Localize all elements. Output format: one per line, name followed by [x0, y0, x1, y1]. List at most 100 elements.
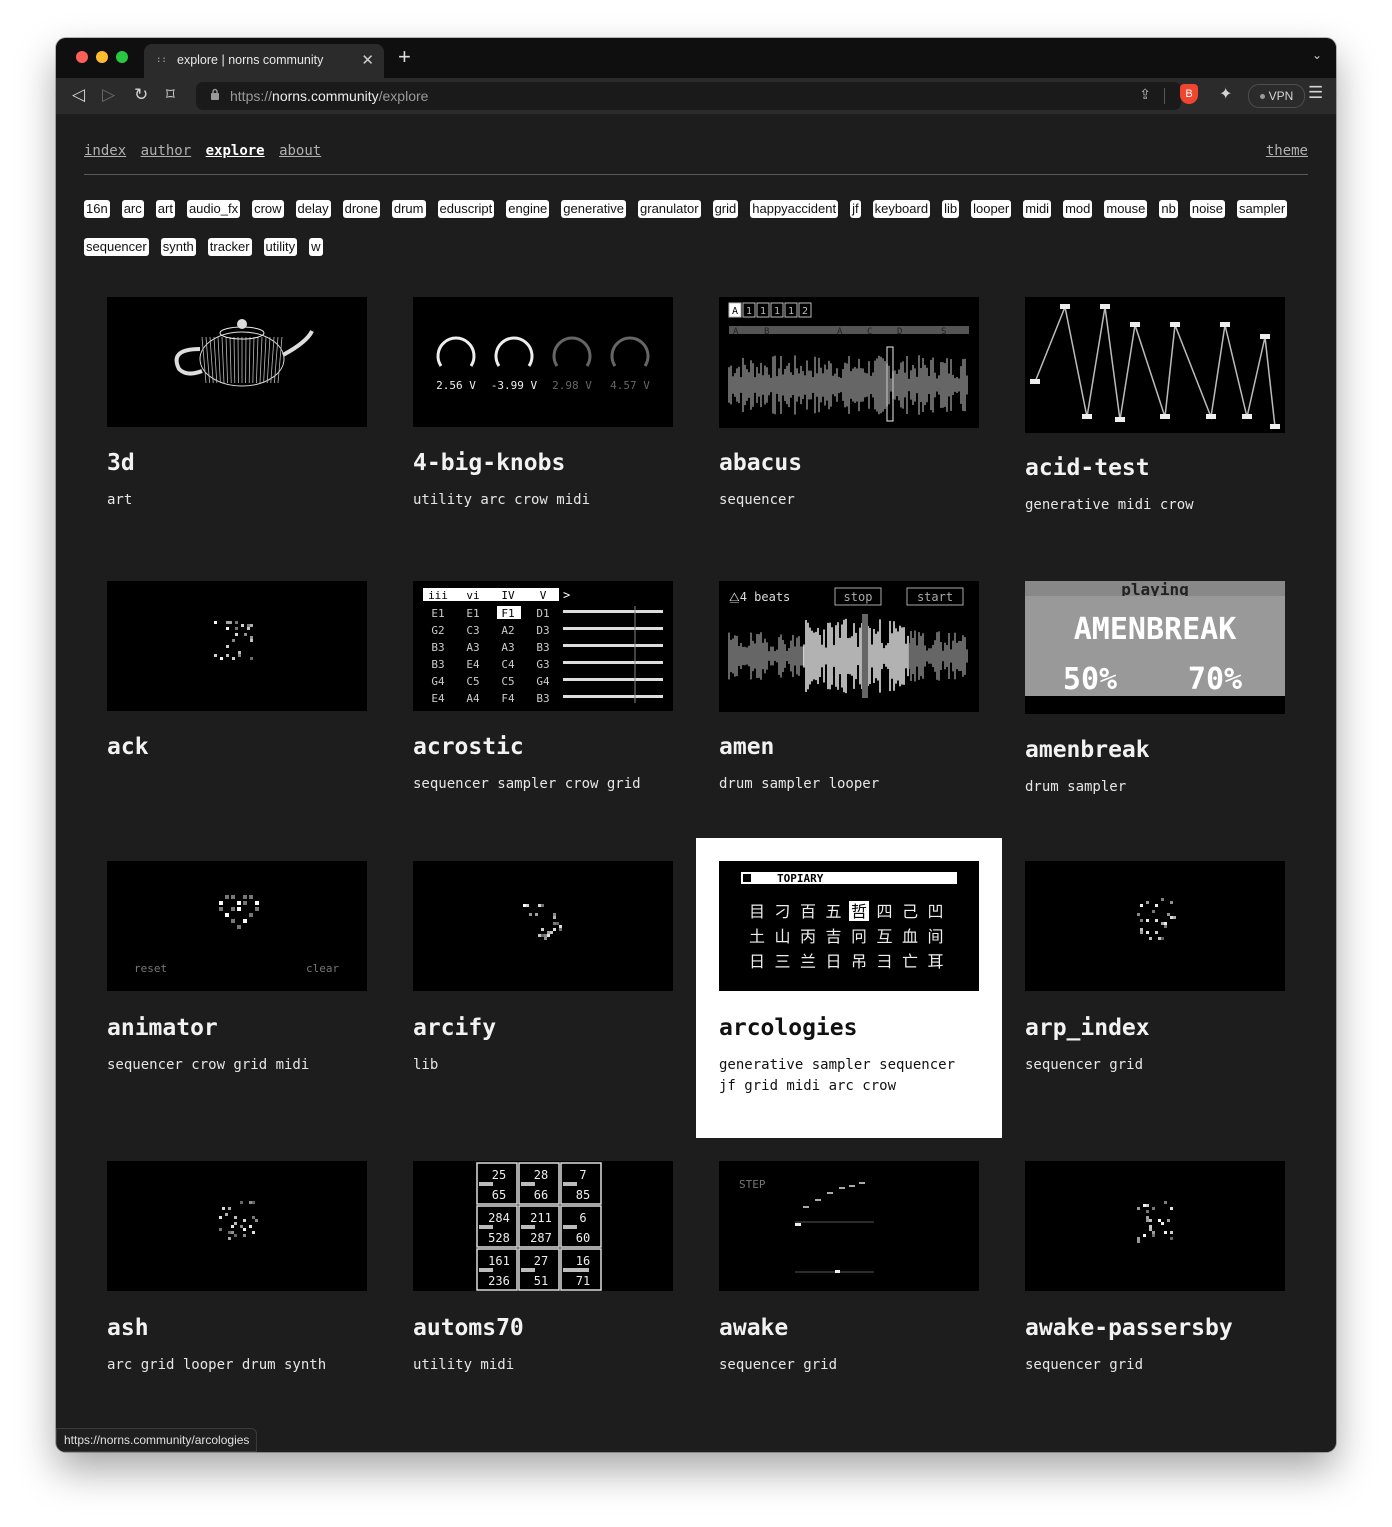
script-title[interactable]: acrostic: [413, 734, 524, 760]
back-icon[interactable]: ◁: [72, 84, 85, 106]
script-title[interactable]: arcologies: [719, 1015, 857, 1041]
script-thumbnail-amen[interactable]: ⧋4 beats stop start: [719, 581, 979, 712]
script-card-amenbreak[interactable]: playing AMENBREAK 50% 70% amenbreak drum samp…: [1002, 558, 1308, 858]
script-card-amen[interactable]: ⧋4 beats stop start amen drum sampler looper: [696, 558, 1002, 858]
script-title[interactable]: amen: [719, 734, 774, 760]
script-thumbnail-abacus[interactable]: A11112ABACDS: [719, 297, 979, 428]
script-title[interactable]: arcify: [413, 1015, 496, 1041]
nav-link-author[interactable]: author: [141, 143, 192, 159]
tag-looper[interactable]: looper: [971, 200, 1012, 218]
address-bar[interactable]: https://norns.community/explore ⇪: [196, 82, 1181, 110]
menu-icon[interactable]: ☰: [1308, 83, 1323, 103]
tag-eduscript[interactable]: eduscript: [437, 200, 495, 218]
script-title[interactable]: animator: [107, 1015, 218, 1041]
script-card-4-big-knobs[interactable]: 2.56 V -3.99 V 2.98 V 4.57 V 4-big-knobs util…: [390, 274, 696, 574]
script-thumbnail-acid-test[interactable]: [1025, 297, 1285, 433]
tag-drone[interactable]: drone: [342, 200, 380, 218]
script-card-acid-test[interactable]: acid-test generative midi crow: [1002, 274, 1308, 574]
tag-drum[interactable]: drum: [391, 200, 426, 218]
script-thumbnail-animator[interactable]: reset clear: [107, 861, 367, 991]
script-title[interactable]: abacus: [719, 450, 802, 476]
script-title[interactable]: ash: [107, 1315, 149, 1341]
tag-grid[interactable]: grid: [712, 200, 739, 218]
tag-noise[interactable]: noise: [1189, 200, 1225, 218]
theme-toggle-link[interactable]: theme: [1266, 143, 1308, 159]
script-card-arcologies[interactable]: TOPIARY 目刁百五哲四己凹土山丙吉冋互血间日三兰日吊彐亡耳 arcologie…: [696, 838, 1002, 1138]
tag-engine[interactable]: engine: [506, 200, 550, 218]
close-window-button[interactable]: [76, 51, 88, 63]
script-card-3d[interactable]: 3d art: [84, 274, 390, 574]
script-thumbnail-arcologies[interactable]: TOPIARY 目刁百五哲四己凹土山丙吉冋互血间日三兰日吊彐亡耳: [719, 861, 979, 991]
tag-nb[interactable]: nb: [1159, 200, 1178, 218]
tag-jf[interactable]: jf: [850, 200, 861, 218]
zoom-window-button[interactable]: [116, 51, 128, 63]
script-thumbnail-ack[interactable]: [107, 581, 367, 711]
tag-lib[interactable]: lib: [942, 200, 960, 218]
script-title[interactable]: amenbreak: [1025, 737, 1150, 763]
tag-delay[interactable]: delay: [295, 200, 331, 218]
script-card-animator[interactable]: reset clear animator sequencer crow grid mi…: [84, 838, 390, 1138]
script-title[interactable]: automs70: [413, 1315, 524, 1341]
share-icon[interactable]: ⇪: [1139, 86, 1151, 103]
vpn-button[interactable]: VPN: [1248, 84, 1305, 108]
script-card-arcify[interactable]: arcify lib: [390, 838, 696, 1138]
tag-sampler[interactable]: sampler: [1236, 200, 1288, 218]
reload-icon[interactable]: ↻: [134, 84, 148, 106]
script-card-awake-passersby[interactable]: awake-passersby sequencer grid: [1002, 1138, 1308, 1438]
script-title[interactable]: acid-test: [1025, 455, 1150, 481]
bookmark-icon[interactable]: ⌑: [166, 84, 175, 106]
tag-sequencer[interactable]: sequencer: [84, 238, 149, 256]
script-card-arp_index[interactable]: arp_index sequencer grid: [1002, 838, 1308, 1138]
nav-link-about[interactable]: about: [279, 143, 321, 159]
tag-happyaccident[interactable]: happyaccident: [750, 200, 839, 218]
nav-link-explore[interactable]: explore: [206, 143, 265, 159]
tag-keyboard[interactable]: keyboard: [872, 200, 931, 218]
script-card-automs70[interactable]: 25 65 28 66 7 85 284 528 211 287 6 60 161 236 27 51 16 71…: [390, 1138, 696, 1438]
script-thumbnail-ash[interactable]: [107, 1161, 367, 1291]
script-title[interactable]: arp_index: [1025, 1015, 1150, 1041]
tag-midi[interactable]: midi: [1023, 200, 1052, 218]
tag-granulator[interactable]: granulator: [638, 200, 701, 218]
tag-16n[interactable]: 16n: [84, 200, 110, 218]
script-title[interactable]: ack: [107, 734, 149, 760]
close-tab-icon[interactable]: ✕: [361, 51, 374, 69]
tag-mod[interactable]: mod: [1063, 200, 1093, 218]
tag-arc[interactable]: arc: [121, 200, 144, 218]
script-thumbnail-arp_index[interactable]: [1025, 861, 1285, 991]
script-thumbnail-3d[interactable]: [107, 297, 367, 427]
forward-icon[interactable]: ▷: [102, 84, 115, 106]
script-thumbnail-awake-passersby[interactable]: [1025, 1161, 1285, 1291]
cell-value: 25: [492, 1168, 506, 1182]
brave-shield-icon[interactable]: B: [1180, 84, 1198, 104]
script-title[interactable]: 4-big-knobs: [413, 450, 565, 476]
new-tab-icon[interactable]: +: [398, 46, 411, 68]
tab-list-chevron-icon[interactable]: ⌄: [1312, 48, 1322, 62]
script-thumbnail-acrostic[interactable]: iii vi IV V > E1 E1 F1 D1 G2 C3 A2 D3 B3 A3 A3 B3 B3 E4 C4 G…: [413, 581, 673, 711]
script-title[interactable]: awake-passersby: [1025, 1315, 1233, 1341]
script-title[interactable]: 3d: [107, 450, 135, 476]
script-thumbnail-arcify[interactable]: [413, 861, 673, 991]
script-card-abacus[interactable]: A 1 1 1 1 2 A B A C D Sabacus sequencer: [696, 274, 1002, 574]
script-thumbnail-4-big-knobs[interactable]: 2.56 V -3.99 V 2.98 V 4.57 V: [413, 297, 673, 427]
tag-w[interactable]: w: [309, 238, 323, 256]
script-title[interactable]: awake: [719, 1315, 788, 1341]
tag-crow[interactable]: crow: [252, 200, 284, 218]
tag-utility[interactable]: utility: [263, 238, 298, 256]
active-tab[interactable]: :: explore | norns community ✕: [144, 44, 384, 78]
tag-audio_fx[interactable]: audio_fx: [186, 200, 241, 218]
script-thumbnail-awake[interactable]: STEP: [719, 1161, 979, 1291]
minimize-window-button[interactable]: [96, 51, 108, 63]
tag-synth[interactable]: synth: [160, 238, 196, 256]
extensions-icon[interactable]: ✦: [1219, 84, 1232, 104]
script-thumbnail-amenbreak[interactable]: playing AMENBREAK 50% 70%: [1025, 581, 1285, 714]
script-card-awake[interactable]: STEP awake sequencer grid: [696, 1138, 1002, 1438]
script-card-ash[interactable]: ash arc grid looper drum synth: [84, 1138, 390, 1438]
script-thumbnail-automs70[interactable]: 25 65 28 66 7 85 284 528 211 287 6 60 161 236 27 51 16 71: [413, 1161, 673, 1291]
tag-tracker[interactable]: tracker: [207, 238, 252, 256]
script-card-acrostic[interactable]: iii vi IV V > E1 E1 F1 D1 G2 C3 A2 D3 B3 A3 A3 B3 B3 E4 C4 G…: [390, 558, 696, 858]
tag-generative[interactable]: generative: [561, 200, 627, 218]
script-card-ack[interactable]: ack: [84, 558, 390, 858]
tag-mouse[interactable]: mouse: [1104, 200, 1148, 218]
tag-art[interactable]: art: [155, 200, 175, 218]
nav-link-index[interactable]: index: [84, 143, 126, 159]
